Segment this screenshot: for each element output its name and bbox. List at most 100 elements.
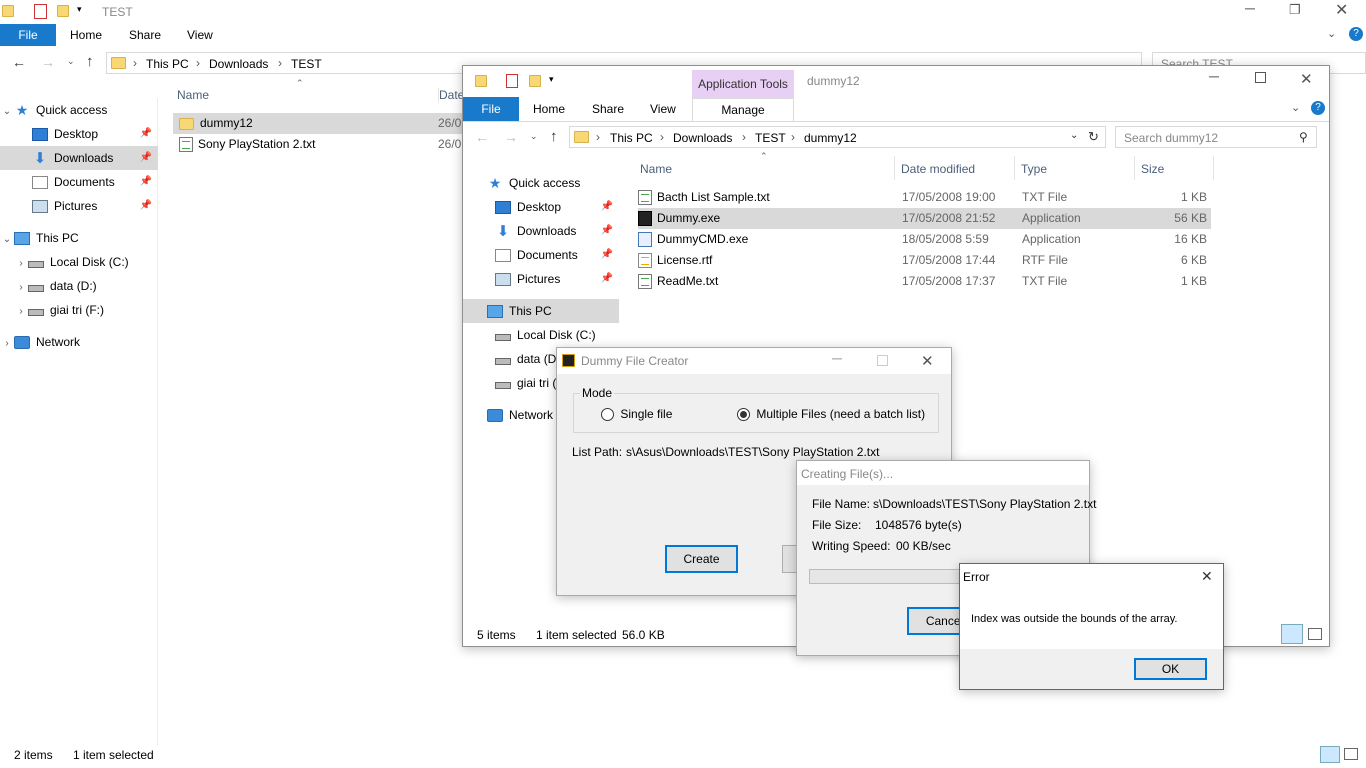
- forward-icon[interactable]: →: [41, 54, 55, 70]
- list-path-value: s\Asus\Downloads\TEST\Sony PlayStation 2…: [626, 445, 880, 459]
- customize-qat-icon[interactable]: ▾: [77, 4, 82, 15]
- file-row[interactable]: Bacth List Sample.txt 17/05/2008 19:00 T…: [638, 187, 1211, 208]
- minimize-button[interactable]: ─: [1209, 68, 1219, 84]
- folder-icon: [179, 117, 194, 130]
- file-row[interactable]: DummyCMD.exe 18/05/2008 5:59 Application…: [638, 229, 1211, 250]
- ok-button[interactable]: OK: [1134, 658, 1207, 680]
- close-button[interactable]: ✕: [1300, 70, 1313, 88]
- nav-this-pc[interactable]: This PC: [463, 299, 619, 323]
- properties-icon[interactable]: [34, 4, 47, 19]
- back-icon[interactable]: ←: [12, 54, 26, 70]
- nav-this-pc[interactable]: ⌄ This PC: [0, 226, 158, 250]
- recent-dropdown-icon[interactable]: ⌄: [530, 131, 538, 142]
- minimize-button[interactable]: ─: [832, 350, 842, 366]
- details-view-icon[interactable]: [1281, 624, 1303, 644]
- breadcrumb-test[interactable]: TEST: [291, 57, 322, 71]
- nav-label: data (D:: [517, 352, 560, 366]
- nav-pictures[interactable]: Pictures 📌: [0, 194, 158, 218]
- help-icon[interactable]: ?: [1311, 101, 1325, 115]
- close-button[interactable]: ✕: [1201, 568, 1213, 585]
- breadcrumb-this-pc[interactable]: This PC: [146, 57, 189, 71]
- nav-quick-access[interactable]: ★ Quick access: [463, 171, 619, 195]
- tab-share[interactable]: Share: [129, 28, 161, 42]
- nav-downloads[interactable]: ⬇ Downloads 📌: [463, 219, 619, 243]
- column-date-modified[interactable]: Date modified: [901, 162, 975, 176]
- forward-icon[interactable]: →: [504, 129, 518, 145]
- minimize-button[interactable]: ─: [1245, 0, 1255, 16]
- column-size[interactable]: Size: [1141, 162, 1164, 176]
- nav-giai-tri-drive[interactable]: › giai tri (F:): [0, 298, 158, 322]
- nav-quick-access[interactable]: ⌄ ★ Quick access: [0, 98, 158, 122]
- nav-label: This PC: [36, 231, 79, 245]
- search-box[interactable]: Search dummy12 ⚲: [1115, 126, 1317, 148]
- file-row[interactable]: License.rtf 17/05/2008 17:44 RTF File 6 …: [638, 250, 1211, 271]
- file-size-value: 1048576 byte(s): [875, 518, 962, 532]
- new-folder-icon[interactable]: [57, 5, 69, 17]
- nav-data-drive[interactable]: › data (D:): [0, 274, 158, 298]
- bg-file-row[interactable]: dummy12 26/0: [173, 113, 463, 134]
- recent-dropdown-icon[interactable]: ⌄: [67, 56, 75, 67]
- properties-icon[interactable]: [506, 74, 518, 88]
- tab-home[interactable]: Home: [533, 102, 565, 116]
- file-row[interactable]: ReadMe.txt 17/05/2008 17:37 TXT File 1 K…: [638, 271, 1211, 292]
- nav-label: Desktop: [517, 200, 562, 214]
- customize-qat-icon[interactable]: ▾: [549, 74, 554, 85]
- maximize-button[interactable]: [1255, 72, 1266, 83]
- close-button[interactable]: ✕: [1335, 0, 1348, 20]
- nav-desktop[interactable]: Desktop 📌: [463, 195, 619, 219]
- nav-network[interactable]: › Network: [0, 330, 158, 354]
- file-row[interactable]: Dummy.exe 17/05/2008 21:52 Application 5…: [638, 208, 1211, 229]
- tab-view[interactable]: View: [187, 28, 213, 42]
- up-icon[interactable]: ↑: [86, 53, 94, 70]
- speed-label: Writing Speed:: [812, 539, 891, 553]
- file-name: ReadMe.txt: [657, 274, 719, 288]
- nav-local-disk[interactable]: Local Disk (C:): [463, 323, 619, 347]
- expand-ribbon-icon[interactable]: ⌄: [1291, 101, 1300, 114]
- bg-column-name[interactable]: Name: [177, 88, 209, 102]
- multiple-files-radio[interactable]: Multiple Files (need a batch list): [737, 407, 925, 422]
- tab-manage[interactable]: Manage: [692, 98, 794, 122]
- bg-file-row[interactable]: Sony PlayStation 2.txt 26/0: [173, 134, 463, 155]
- file-name: License.rtf: [657, 253, 713, 267]
- tab-file[interactable]: File: [463, 97, 519, 121]
- nav-documents[interactable]: Documents 📌: [463, 243, 619, 267]
- file-date: 26/0: [438, 137, 462, 151]
- details-view-icon[interactable]: [1320, 746, 1340, 763]
- search-input[interactable]: Search dummy12: [1124, 131, 1218, 145]
- create-button[interactable]: Create: [665, 545, 738, 573]
- tab-share[interactable]: Share: [592, 102, 624, 116]
- restore-button[interactable]: ❐: [1289, 2, 1301, 18]
- nav-desktop[interactable]: Desktop 📌: [0, 122, 158, 146]
- large-icons-view-icon[interactable]: [1308, 628, 1322, 640]
- nav-documents[interactable]: Documents 📌: [0, 170, 158, 194]
- breadcrumb-this-pc[interactable]: This PC: [610, 131, 653, 145]
- nav-pictures[interactable]: Pictures 📌: [463, 267, 619, 291]
- back-icon[interactable]: ←: [475, 129, 489, 145]
- breadcrumb-downloads[interactable]: Downloads: [209, 57, 268, 71]
- nav-downloads[interactable]: ⬇ Downloads 📌: [0, 146, 158, 170]
- new-folder-icon[interactable]: [529, 75, 541, 87]
- tab-file[interactable]: File: [0, 24, 56, 46]
- address-bar[interactable]: › This PC › Downloads › TEST › dummy12 ⌄…: [569, 126, 1106, 148]
- breadcrumb-dummy12[interactable]: dummy12: [804, 131, 857, 145]
- pin-icon: 📌: [600, 201, 613, 212]
- large-icons-view-icon[interactable]: [1344, 748, 1358, 760]
- breadcrumb-test[interactable]: TEST: [755, 131, 786, 145]
- nav-local-disk[interactable]: › Local Disk (C:): [0, 250, 158, 274]
- column-type[interactable]: Type: [1021, 162, 1047, 176]
- address-dropdown-icon[interactable]: ⌄: [1070, 130, 1078, 141]
- column-name[interactable]: Name: [640, 162, 672, 176]
- tab-home[interactable]: Home: [70, 28, 102, 42]
- bg-column-date[interactable]: Date: [438, 88, 464, 102]
- refresh-icon[interactable]: ↻: [1088, 129, 1099, 145]
- close-button[interactable]: ✕: [921, 352, 934, 370]
- breadcrumb-downloads[interactable]: Downloads: [673, 131, 732, 145]
- maximize-button[interactable]: [877, 355, 888, 366]
- status-size: 56.0 KB: [622, 628, 665, 642]
- expand-ribbon-icon[interactable]: ⌄: [1327, 27, 1336, 40]
- single-file-radio[interactable]: Single file: [601, 407, 672, 422]
- tab-view[interactable]: View: [650, 102, 676, 116]
- up-icon[interactable]: ↑: [550, 128, 558, 145]
- nav-label: Local Disk (C:): [517, 328, 596, 342]
- help-icon[interactable]: ?: [1349, 27, 1363, 41]
